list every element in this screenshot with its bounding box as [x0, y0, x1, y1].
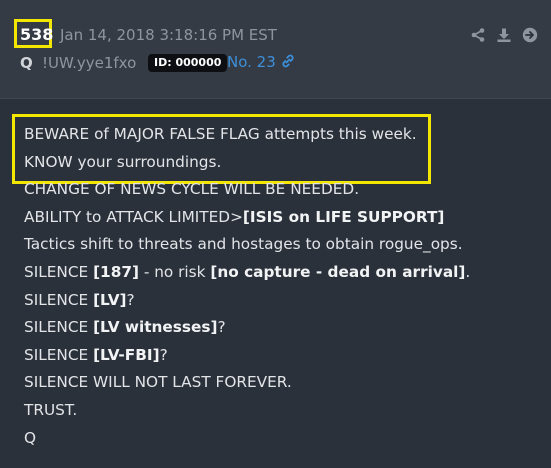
body-line: KNOW your surroundings. [24, 152, 222, 171]
author-tripcode: !UW.yye1fxo [42, 54, 137, 72]
author-name: Q [20, 54, 33, 72]
body-line: Tactics shift to threats and hostages to… [24, 235, 463, 254]
body-line: SILENCE [LV-FBI]? [24, 345, 168, 364]
body-line: SILENCE WILL NOT LAST FOREVER. [24, 373, 292, 392]
body-line: ABILITY to ATTACK LIMITED>[ISIS on LIFE … [24, 207, 445, 226]
bold-bracket-text: [ISIS on LIFE SUPPORT] [242, 207, 445, 226]
post-timestamp: Jan 14, 2018 3:18:16 PM EST [60, 26, 277, 44]
bold-bracket-text: [187] [93, 262, 139, 281]
post-actions [469, 26, 539, 44]
link-icon [280, 53, 296, 74]
post-number-link[interactable]: No. 23 [227, 52, 296, 74]
bold-bracket-text: [LV witnesses] [93, 318, 218, 337]
download-icon[interactable] [495, 26, 513, 44]
body-line: BEWARE of MAJOR FALSE FLAG attempts this… [24, 125, 417, 143]
bold-bracket-text: [no capture - dead on arrival] [210, 262, 466, 281]
share-icon[interactable] [469, 26, 487, 44]
bold-bracket-text: [LV-FBI] [93, 345, 160, 364]
post-number: 538 [20, 25, 54, 44]
body-line: TRUST. [24, 400, 78, 419]
arrow-right-circle-icon[interactable] [521, 26, 539, 44]
id-badge: ID: 000000 [148, 54, 228, 72]
body-line: CHANGE OF NEWS CYCLE WILL BE NEEDED. [24, 180, 360, 199]
post-header: 538 Jan 14, 2018 3:18:16 PM EST Q !UW.yy… [0, 0, 551, 99]
body-line: SILENCE [187] - no risk [no capture - de… [24, 262, 471, 281]
body-line: Q [24, 428, 37, 447]
post-link-label: No. 23 [227, 53, 276, 71]
body-line: SILENCE [LV witnesses]? [24, 318, 226, 337]
post-card: 538 Jan 14, 2018 3:18:16 PM EST Q !UW.yy… [0, 0, 551, 468]
bold-bracket-text: [LV] [93, 290, 127, 309]
post-body: BEWARE of MAJOR FALSE FLAG attempts this… [24, 121, 470, 452]
body-line: SILENCE [LV]? [24, 290, 135, 309]
